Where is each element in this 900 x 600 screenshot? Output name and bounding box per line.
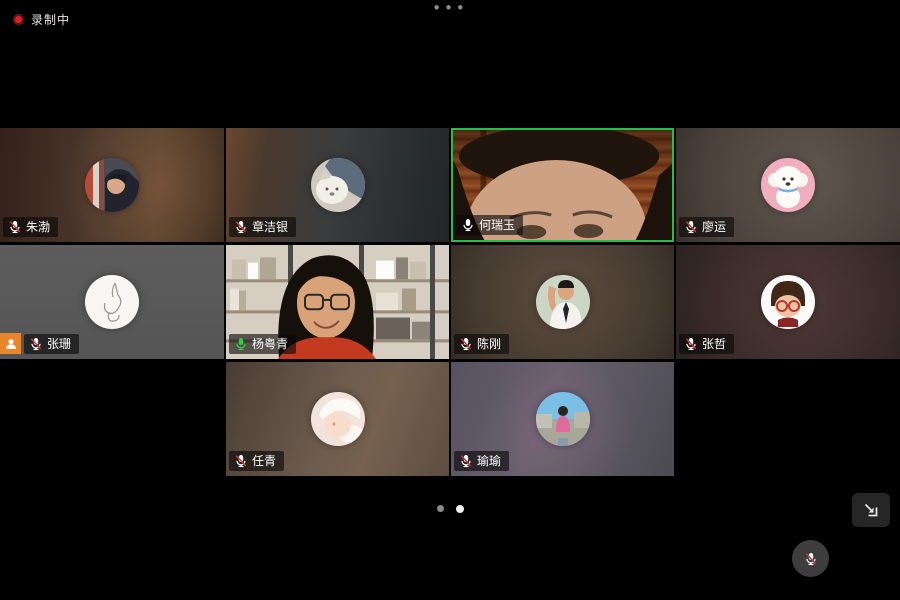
mic-speaking-icon: [234, 337, 248, 351]
name-plate: 瑜瑜: [454, 451, 509, 471]
avatar: [536, 275, 590, 329]
mic-muted-icon: [234, 454, 248, 468]
mic-muted-icon: [459, 337, 473, 351]
name-plate: 廖运: [679, 217, 734, 237]
participant-tile-yangyueqing[interactable]: 杨粤青: [226, 245, 449, 359]
participant-name: 章洁银: [252, 219, 288, 235]
participant-tile-zhubo[interactable]: 朱渤: [0, 128, 224, 242]
collapse-view-button[interactable]: [852, 493, 890, 527]
participant-tile-zhangshan[interactable]: 张珊: [0, 245, 224, 359]
participant-tile-heruiyu[interactable]: 何瑞玉: [451, 128, 674, 242]
mic-muted-icon: [29, 337, 43, 351]
name-plate: 何瑞玉: [456, 215, 523, 235]
participant-tile-zhangzhe[interactable]: 张哲: [676, 245, 900, 359]
page-dot-1[interactable]: [437, 505, 444, 512]
avatar: [761, 158, 815, 212]
participant-tile-zhangjieyin[interactable]: 章洁银: [226, 128, 449, 242]
name-plate: 任青: [229, 451, 284, 471]
mic-muted-icon: [8, 220, 22, 234]
participant-name: 朱渤: [26, 219, 50, 235]
person-icon: [4, 337, 18, 351]
more-options-icon[interactable]: •••: [0, 0, 900, 16]
meeting-window: 录制中 ••• 朱渤 章洁银 何瑞玉: [0, 0, 900, 600]
name-plate: 朱渤: [3, 217, 58, 237]
participant-tile-renqing[interactable]: 任青: [226, 362, 449, 476]
avatar: [536, 392, 590, 446]
participant-tile-yuyu[interactable]: 瑜瑜: [451, 362, 674, 476]
participant-name: 瑜瑜: [477, 453, 501, 469]
participant-name: 何瑞玉: [479, 217, 515, 233]
mic-muted-icon: [459, 454, 473, 468]
participant-tile-liaoyun[interactable]: 廖运: [676, 128, 900, 242]
participant-tile-chengang[interactable]: 陈刚: [451, 245, 674, 359]
name-plate: 张哲: [679, 334, 734, 354]
participant-name: 任青: [252, 453, 276, 469]
mic-muted-icon: [234, 220, 248, 234]
exit-fullscreen-arrow-icon: [861, 500, 881, 520]
participant-name: 廖运: [702, 219, 726, 235]
name-plate: 张珊: [24, 334, 79, 354]
mic-muted-icon: [684, 220, 698, 234]
mic-muted-icon: [684, 337, 698, 351]
page-dot-2[interactable]: [456, 505, 464, 513]
participant-name: 杨粤青: [252, 336, 288, 352]
participant-name: 张哲: [702, 336, 726, 352]
name-plate: 杨粤青: [229, 334, 296, 354]
avatar: [311, 158, 365, 212]
participant-name: 陈刚: [477, 336, 501, 352]
avatar: [85, 275, 139, 329]
self-mic-button[interactable]: [792, 540, 829, 577]
name-plate: 章洁银: [229, 217, 296, 237]
avatar: [761, 275, 815, 329]
name-plate: 陈刚: [454, 334, 509, 354]
avatar: [311, 392, 365, 446]
participant-name: 张珊: [47, 336, 71, 352]
person-status-badge: [0, 333, 21, 354]
mic-muted-icon: [804, 552, 818, 566]
page-indicator: [0, 505, 900, 513]
mic-on-icon: [461, 218, 475, 232]
avatar: [85, 158, 139, 212]
